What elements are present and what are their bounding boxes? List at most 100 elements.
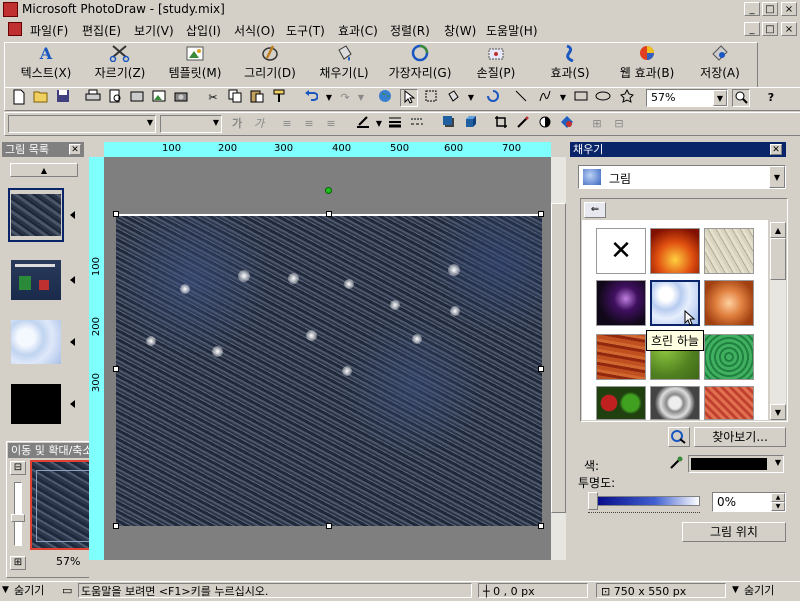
3d-icon[interactable] — [462, 115, 480, 133]
picture-list-close-icon[interactable]: ✕ — [69, 144, 81, 155]
thumb-clouds[interactable] — [11, 320, 61, 364]
thumb-menu-arrow-icon[interactable] — [70, 400, 75, 408]
opacity-slider-track[interactable] — [588, 496, 700, 506]
eyedropper-icon[interactable] — [668, 455, 686, 473]
copy-icon[interactable] — [226, 89, 244, 107]
opacity-down-icon[interactable]: ▼ — [771, 502, 785, 511]
select-region-icon[interactable] — [422, 89, 440, 107]
gallery-scroll-thumb[interactable] — [770, 238, 786, 280]
color-balance-icon[interactable] — [558, 115, 576, 133]
swatch-wood[interactable] — [596, 334, 646, 380]
doc-restore-button[interactable]: □ — [762, 22, 778, 36]
vertical-scrollbar[interactable] — [551, 157, 566, 560]
minimize-button[interactable]: _ — [744, 2, 760, 16]
swatch-apples[interactable] — [596, 386, 646, 420]
swatch-none[interactable]: ✕ — [596, 228, 646, 274]
edges-button[interactable]: 가장자리(G) — [382, 44, 458, 81]
align-left-icon[interactable]: ≡ — [278, 115, 296, 133]
redo-dropdown-icon[interactable]: ▼ — [352, 89, 370, 107]
curve-dropdown-icon[interactable]: ▼ — [554, 89, 572, 107]
zoom-magnifier-icon[interactable] — [732, 89, 750, 107]
picture-icon[interactable] — [150, 89, 168, 107]
picture-position-button[interactable]: 그림 위치 — [682, 522, 786, 542]
shadow-icon[interactable] — [440, 115, 458, 133]
templates-button[interactable]: 템플릿(M) — [162, 44, 228, 81]
print-preview-icon[interactable] — [106, 89, 124, 107]
gallery-back-icon[interactable]: ⇐ — [584, 202, 606, 218]
selection-handle[interactable] — [538, 523, 544, 529]
bold-button[interactable]: 가 — [228, 115, 246, 133]
vertical-scroll-thumb[interactable] — [551, 203, 566, 513]
format-painter-icon[interactable] — [270, 89, 288, 107]
swatch-red-texture[interactable] — [704, 386, 754, 420]
thumb-menu-arrow-icon[interactable] — [70, 276, 75, 284]
fill-button[interactable]: 채우기(L) — [312, 44, 376, 81]
swatch-rose[interactable] — [704, 280, 754, 326]
selection-handle[interactable] — [538, 366, 544, 372]
hide-left-label[interactable]: 숨기기 — [14, 583, 44, 598]
font-size-combo[interactable]: ▼ — [160, 115, 222, 133]
selection-handle[interactable] — [113, 366, 119, 372]
maximize-button[interactable]: □ — [762, 2, 778, 16]
selection-handle[interactable] — [113, 523, 119, 529]
fill-mode-combo[interactable]: 그림 ▼ — [578, 165, 786, 189]
scan-icon[interactable] — [128, 89, 146, 107]
thumb-black[interactable] — [11, 384, 61, 424]
menu-file[interactable]: 파일(F) — [30, 22, 68, 39]
text-button[interactable]: A 텍스트(X) — [14, 44, 78, 81]
swatch-wheel[interactable] — [650, 386, 700, 420]
color-dropdown-icon[interactable]: ▼ — [775, 458, 781, 467]
touch-up-button[interactable]: 손질(P) — [464, 44, 528, 81]
swatch-cracked-stone[interactable] — [704, 228, 754, 274]
menu-view[interactable]: 보기(V) — [134, 22, 174, 39]
align-center-icon[interactable]: ≡ — [300, 115, 318, 133]
font-name-combo[interactable]: ▼ — [8, 115, 156, 133]
thumb-christmas[interactable] — [11, 260, 61, 300]
fill-tool-dropdown-icon[interactable]: ▼ — [462, 89, 480, 107]
group-icon[interactable]: ⊞ — [588, 115, 606, 133]
autoshape-tool-icon[interactable] — [618, 88, 636, 107]
swatch-fire[interactable] — [650, 228, 700, 274]
rectangle-tool-icon[interactable] — [572, 89, 590, 107]
selection-handle[interactable] — [113, 211, 119, 217]
dash-style-icon[interactable] — [408, 115, 426, 133]
menu-window[interactable]: 창(W) — [444, 22, 476, 39]
zoom-in-icon[interactable]: ⊞ — [10, 556, 26, 570]
menu-format[interactable]: 서식(O) — [234, 22, 275, 39]
doc-minimize-button[interactable]: _ — [744, 22, 760, 36]
doc-close-button[interactable]: × — [781, 22, 797, 36]
selection-handle[interactable] — [326, 523, 332, 529]
color-combo[interactable]: ▼ — [688, 455, 784, 473]
camera-icon[interactable] — [172, 89, 190, 107]
align-right-icon[interactable]: ≡ — [322, 115, 340, 133]
new-icon[interactable] — [10, 89, 28, 107]
web-globe-icon[interactable] — [376, 89, 394, 107]
thumb-menu-arrow-icon[interactable] — [70, 211, 75, 219]
edit-points-icon[interactable] — [514, 115, 532, 133]
rotate-icon[interactable] — [484, 89, 502, 107]
ungroup-icon[interactable]: ⊟ — [610, 115, 628, 133]
cut-icon[interactable]: ✂ — [204, 89, 222, 107]
ellipse-tool-icon[interactable] — [594, 89, 612, 107]
gallery-options-icon[interactable] — [668, 427, 690, 447]
zoom-dropdown-icon[interactable]: ▼ — [713, 90, 727, 106]
open-icon[interactable] — [32, 89, 50, 107]
gallery-scrollbar[interactable]: ▲ ▼ — [770, 222, 786, 420]
menu-tools[interactable]: 도구(T) — [286, 22, 325, 39]
opacity-up-icon[interactable]: ▲ — [771, 493, 785, 502]
font-name-dropdown-icon[interactable]: ▼ — [147, 118, 153, 127]
hide-right-arrow-icon[interactable]: ▼ — [732, 583, 739, 598]
gallery-scroll-down-icon[interactable]: ▼ — [770, 404, 786, 420]
menu-arrange[interactable]: 정렬(R) — [390, 22, 430, 39]
draw-button[interactable]: 그리기(D) — [238, 44, 302, 81]
opacity-slider-thumb[interactable] — [588, 492, 598, 510]
web-effects-button[interactable]: 웹 효과(B) — [610, 44, 684, 81]
browse-button[interactable]: 찾아보기... — [694, 427, 786, 447]
undo-icon[interactable] — [302, 89, 320, 107]
zoom-slider-thumb[interactable] — [11, 514, 25, 522]
hide-left-arrow-icon[interactable]: ▼ — [2, 583, 9, 598]
selection-handle[interactable] — [538, 211, 544, 217]
menu-effects[interactable]: 효과(C) — [338, 22, 378, 39]
font-size-dropdown-icon[interactable]: ▼ — [213, 118, 219, 127]
picture-list-scroll-up-icon[interactable]: ▲ — [10, 163, 78, 177]
